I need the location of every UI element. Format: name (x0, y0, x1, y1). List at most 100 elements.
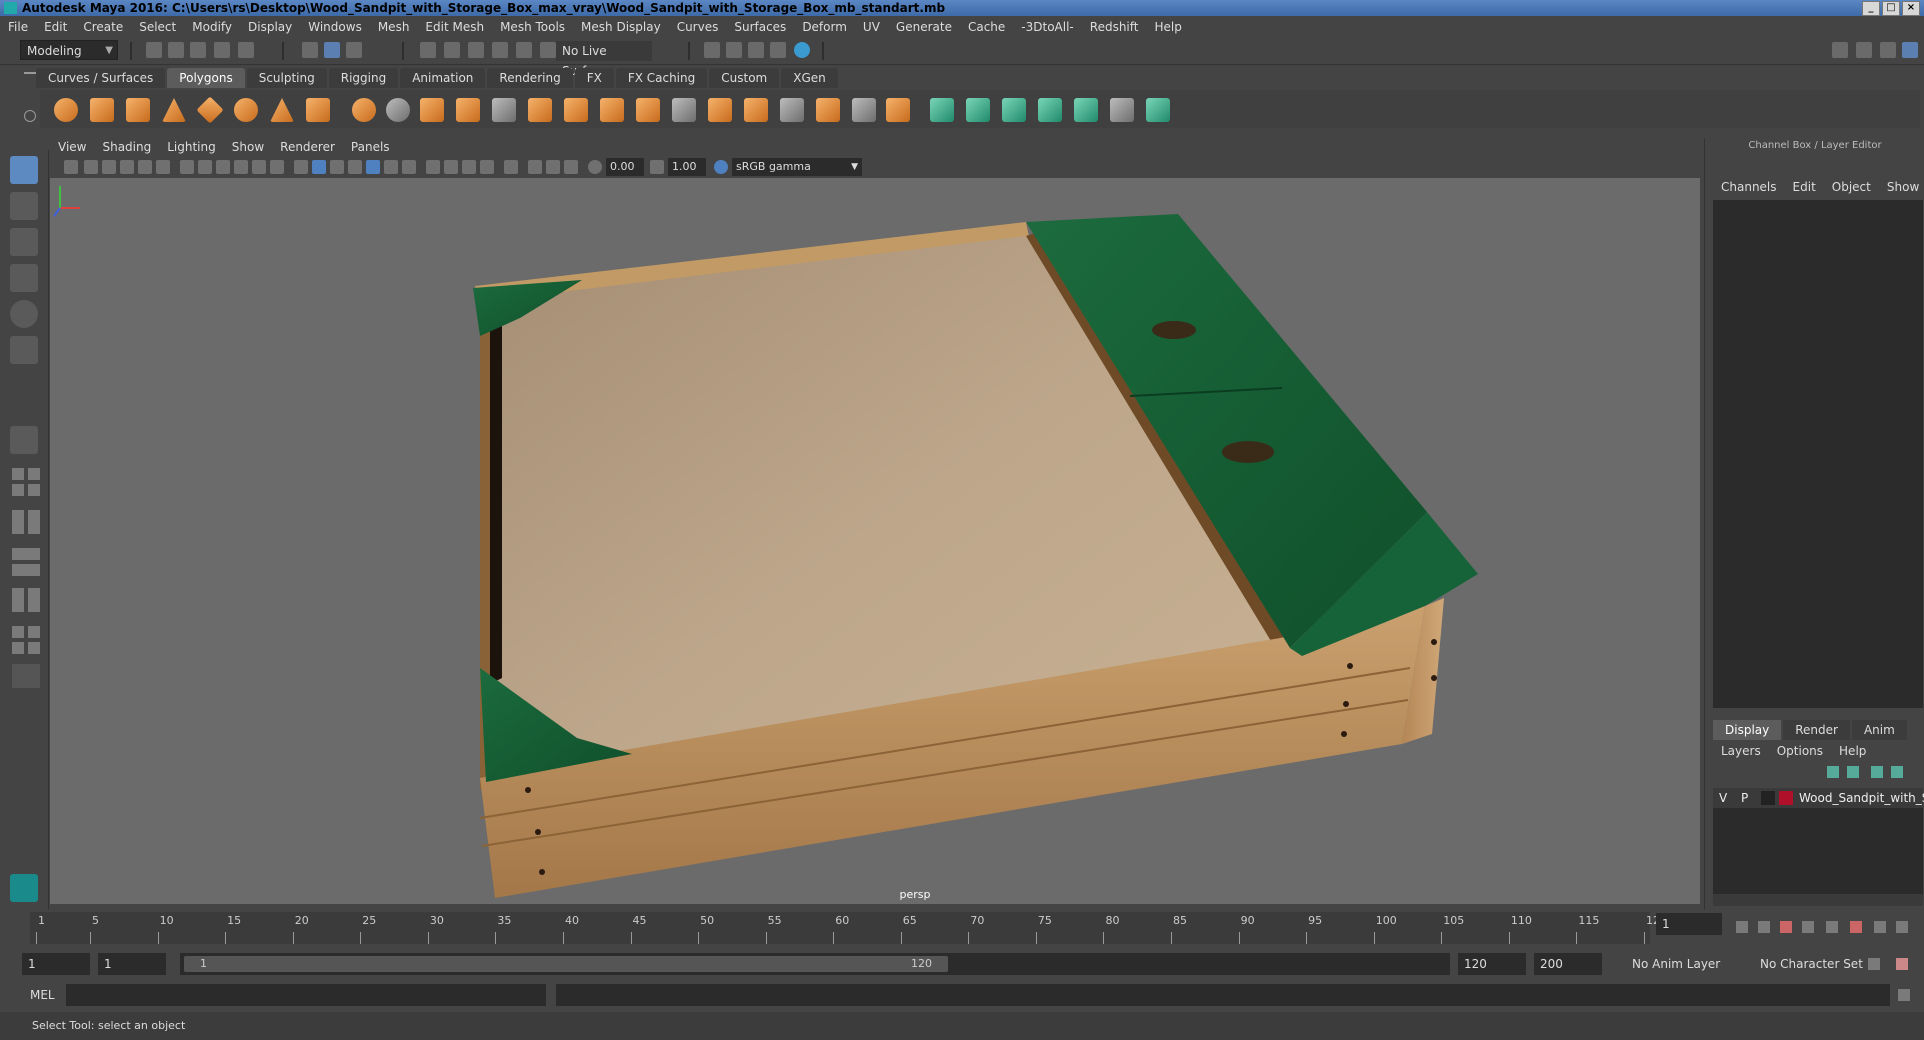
wireframe-on-shaded-icon[interactable] (330, 160, 344, 174)
undo-icon[interactable] (214, 42, 230, 58)
color-management-icon[interactable] (714, 160, 728, 174)
layer-row[interactable]: V P Wood_Sandpit_with_S (1713, 788, 1924, 808)
attribute-editor-icon[interactable] (1856, 42, 1872, 58)
play-backwards-icon[interactable] (1802, 921, 1814, 933)
shelf-tab-xgen[interactable]: XGen (781, 68, 838, 88)
layout-render-view-icon[interactable] (12, 626, 24, 638)
viewport-menu-panels[interactable]: Panels (343, 140, 398, 154)
layout-uv-editor-icon[interactable] (28, 588, 40, 612)
xray-joints-icon[interactable] (546, 160, 560, 174)
timeline-ticks[interactable]: 1 5 10 15 20 25 30 35 40 45 50 55 60 65 70 75 80 85 90 95 10… (30, 912, 1667, 944)
channelbox-menu-channels[interactable]: Channels (1713, 180, 1785, 194)
move-tool-icon[interactable] (10, 264, 38, 292)
field-chart-icon[interactable] (252, 160, 266, 174)
animation-preferences-icon[interactable] (1896, 958, 1908, 970)
step-forward-frame-icon[interactable] (1874, 921, 1886, 933)
shelf-tab-custom[interactable]: Custom (709, 68, 780, 88)
poly-cylinder-icon[interactable] (126, 98, 150, 122)
combine-icon[interactable] (352, 98, 376, 122)
layer-tab-render[interactable]: Render (1783, 720, 1850, 740)
close-button[interactable]: × (1902, 1, 1920, 16)
shelf-menu-icon[interactable] (24, 72, 36, 74)
magnet-icon[interactable] (540, 42, 556, 58)
tool-settings-icon[interactable] (1880, 42, 1896, 58)
shelf-tab-curves-surfaces[interactable]: Curves / Surfaces (36, 68, 166, 88)
viewport-menu-renderer[interactable]: Renderer (272, 140, 343, 154)
shelf-settings-icon[interactable] (24, 110, 36, 122)
viewport-menu-view[interactable]: View (50, 140, 94, 154)
open-scene-icon[interactable] (168, 42, 184, 58)
layer-menu-help[interactable]: Help (1831, 744, 1874, 758)
viewport-menu-show[interactable]: Show (224, 140, 272, 154)
menu-help[interactable]: Help (1146, 20, 1189, 34)
menu-mesh-display[interactable]: Mesh Display (573, 20, 669, 34)
poly-sphere-icon[interactable] (54, 98, 78, 122)
menu-redshift[interactable]: Redshift (1082, 20, 1147, 34)
shelf-tab-animation[interactable]: Animation (400, 68, 486, 88)
xray-components-icon[interactable] (564, 160, 578, 174)
select-tool-icon[interactable] (10, 156, 38, 184)
render-settings-icon[interactable] (770, 42, 786, 58)
menu-uv[interactable]: UV (855, 20, 888, 34)
play-forwards-icon[interactable] (1826, 921, 1838, 933)
grease-pencil-icon[interactable] (156, 160, 170, 174)
textured-icon[interactable] (366, 160, 380, 174)
menu-3dtoall[interactable]: -3DtoAll- (1013, 20, 1081, 34)
layout-dope-sheet-icon[interactable] (28, 642, 40, 654)
minimize-button[interactable]: _ (1862, 1, 1880, 16)
time-slider[interactable]: 1 5 10 15 20 25 30 35 40 45 50 55 60 65 70 75 80 85 90 95 10… (0, 910, 1924, 944)
playback-start-field[interactable]: 1 (98, 953, 166, 975)
uv-unfold-icon[interactable] (1074, 98, 1098, 122)
merge-icon[interactable] (852, 98, 876, 122)
range-slider-handle[interactable]: 1 120 (184, 956, 948, 972)
layer-visibility-toggle[interactable]: V (1719, 788, 1727, 808)
snap-curve-icon[interactable] (444, 42, 460, 58)
redo-icon[interactable] (238, 42, 254, 58)
go-to-start-icon[interactable] (1736, 921, 1748, 933)
viewport-menu-shading[interactable]: Shading (94, 140, 159, 154)
single-perspective-layout-icon[interactable] (10, 426, 38, 454)
menu-cache[interactable]: Cache (960, 20, 1013, 34)
layout-persp-outliner-icon[interactable] (12, 510, 24, 534)
safe-action-icon[interactable] (270, 160, 284, 174)
shelf-tab-fx-caching[interactable]: FX Caching (615, 68, 708, 88)
shelf-tab-rigging[interactable]: Rigging (328, 68, 399, 88)
smooth-shade-icon[interactable] (312, 160, 326, 174)
channelbox-menu-show[interactable]: Show (1879, 180, 1924, 194)
fill-hole-icon[interactable] (780, 98, 804, 122)
wireframe-icon[interactable] (294, 160, 308, 174)
exposure-icon[interactable] (588, 160, 602, 174)
step-back-frame-icon[interactable] (1758, 921, 1770, 933)
motion-blur-icon[interactable] (444, 160, 458, 174)
new-layer-selected-icon[interactable] (1891, 766, 1903, 778)
grid-icon[interactable] (180, 160, 194, 174)
menu-modify[interactable]: Modify (184, 20, 240, 34)
playback-end-field[interactable]: 120 (1458, 953, 1526, 975)
separate-icon[interactable] (386, 98, 410, 122)
layer-type-toggle[interactable] (1761, 791, 1775, 805)
uv-cylindrical-icon[interactable] (966, 98, 990, 122)
menu-file[interactable]: File (0, 20, 36, 34)
layout-script-editor-icon[interactable] (12, 588, 24, 612)
animation-end-field[interactable]: 200 (1534, 953, 1602, 975)
reduce-icon[interactable] (492, 98, 516, 122)
select-component-icon[interactable] (346, 42, 362, 58)
anti-aliasing-icon[interactable] (462, 160, 476, 174)
character-set-dropdown[interactable]: No Character Set (1754, 953, 1874, 975)
insert-edge-loop-icon[interactable] (708, 98, 732, 122)
layout-outliner-icon[interactable] (12, 484, 24, 496)
lasso-tool-icon[interactable] (10, 192, 38, 220)
gate-mask-icon[interactable] (234, 160, 248, 174)
layout-more-icon[interactable] (12, 664, 40, 688)
menu-display[interactable]: Display (240, 20, 300, 34)
menu-curves[interactable]: Curves (669, 20, 727, 34)
snap-grid-icon[interactable] (420, 42, 436, 58)
exposure-field[interactable]: 0.00 (606, 158, 644, 176)
layer-color-swatch[interactable] (1779, 791, 1793, 805)
append-polygon-icon[interactable] (744, 98, 768, 122)
gamma-field[interactable]: 1.00 (668, 158, 706, 176)
channelbox-menu-edit[interactable]: Edit (1785, 180, 1824, 194)
target-weld-icon[interactable] (816, 98, 840, 122)
poly-pipe-icon[interactable] (306, 98, 330, 122)
render-frame-icon[interactable] (704, 42, 720, 58)
